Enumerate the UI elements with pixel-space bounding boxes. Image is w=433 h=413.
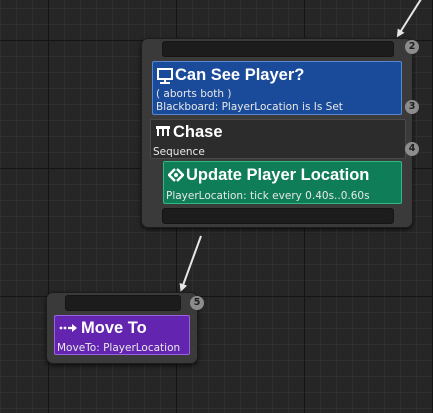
input-pin[interactable]	[162, 41, 394, 57]
composite-order-badge: 4	[405, 142, 419, 156]
sequence-icon	[155, 123, 171, 141]
composite-title: Chase	[173, 123, 223, 141]
service-update-player-location[interactable]: Update Player Location PlayerLocation: t…	[163, 161, 402, 204]
composite-chase[interactable]: Chase Sequence	[150, 119, 406, 159]
decorator-order-badge: 3	[405, 100, 419, 114]
task-move-to[interactable]: Move To MoveTo: PlayerLocation	[54, 315, 190, 355]
task-detail: MoveTo: PlayerLocation	[57, 342, 181, 354]
service-interval: PlayerLocation: tick every 0.40s..0.60s	[166, 190, 370, 202]
decorator-abort-mode: ( aborts both )	[156, 88, 232, 100]
decorator-title: Can See Player?	[175, 66, 305, 84]
behavior-tree-graph[interactable]: 2 Can See Player? ( aborts both ) Blackb…	[0, 0, 433, 413]
decorator-condition: Blackboard: PlayerLocation is Is Set	[156, 101, 343, 113]
move-arrow-icon	[59, 319, 77, 337]
move-to-node[interactable]: 5 Move To MoveTo: PlayerLocation	[46, 292, 204, 364]
service-icon	[167, 166, 185, 184]
chase-to-move-wire	[179, 235, 202, 292]
execution-order-badge: 2	[405, 40, 419, 54]
eye-monitor-icon	[157, 67, 173, 85]
service-title: Update Player Location	[186, 166, 370, 184]
output-pin[interactable]	[162, 208, 394, 224]
composite-type: Sequence	[153, 146, 205, 158]
incoming-wire	[396, 0, 422, 38]
chase-node[interactable]: 2 Can See Player? ( aborts both ) Blackb…	[141, 38, 419, 228]
task-input-pin[interactable]	[65, 295, 181, 311]
task-order-badge: 5	[190, 296, 204, 310]
decorator-can-see-player[interactable]: Can See Player? ( aborts both ) Blackboa…	[152, 61, 402, 115]
task-title: Move To	[81, 319, 147, 337]
